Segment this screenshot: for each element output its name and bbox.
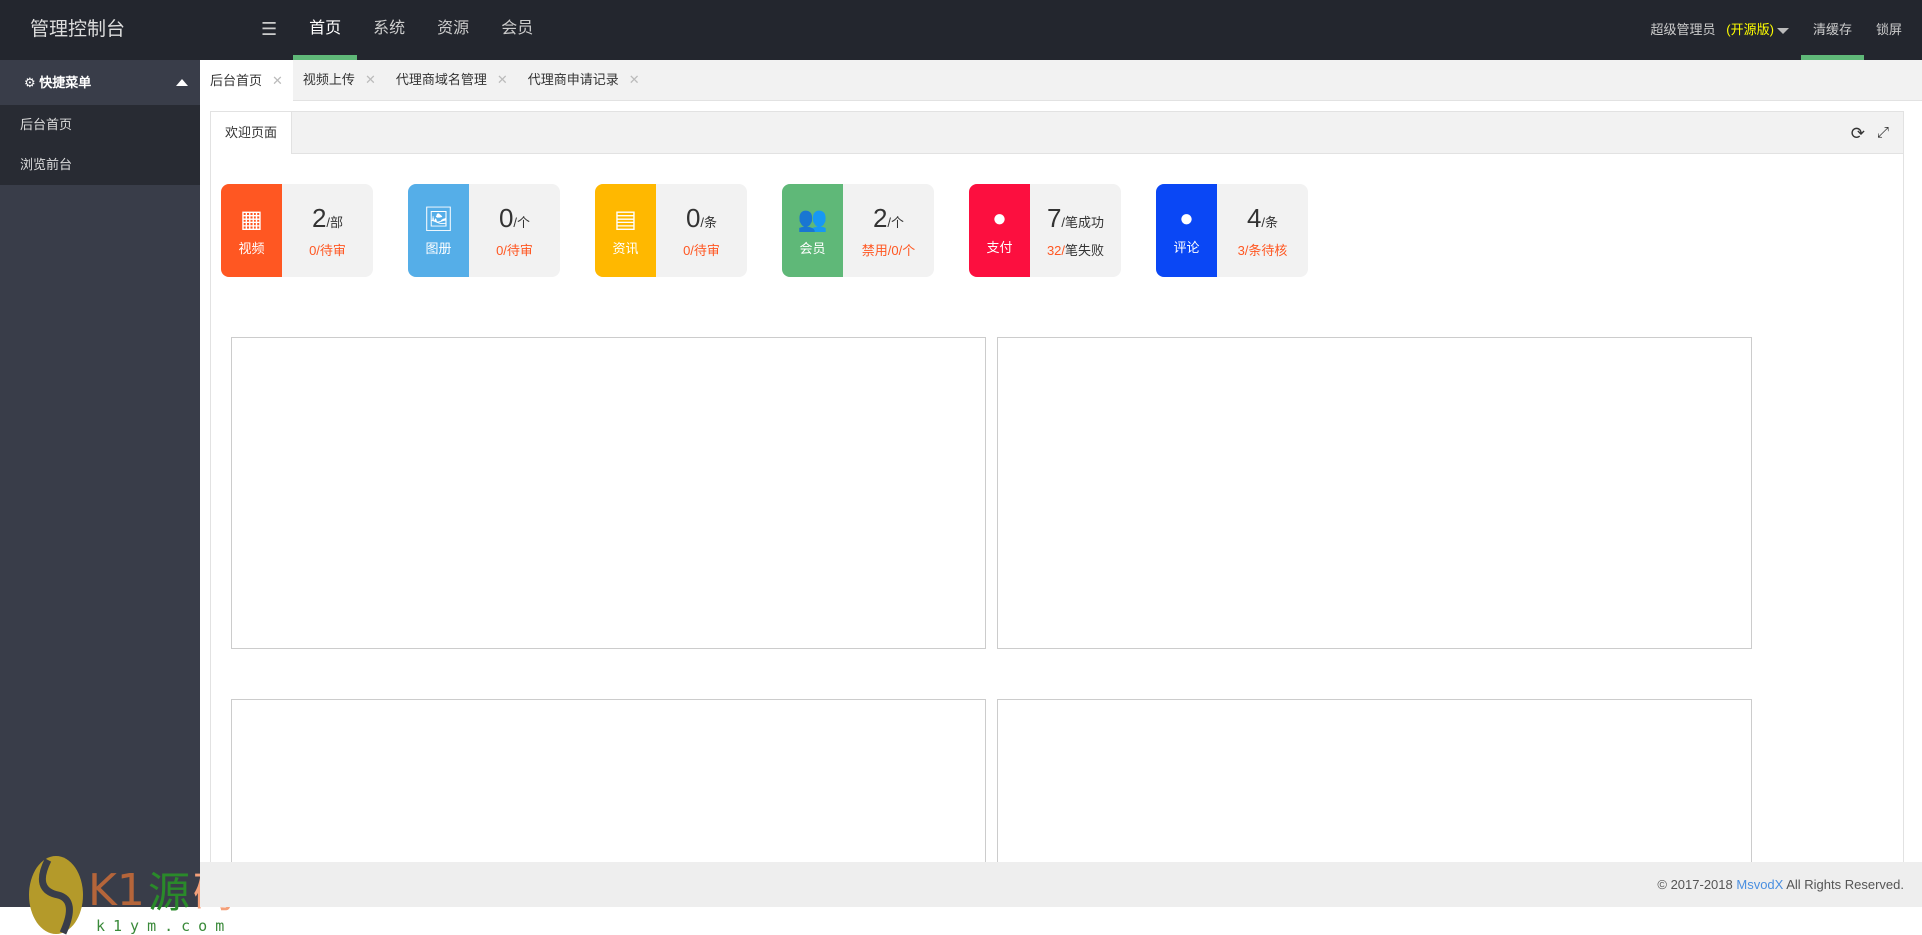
nav-members[interactable]: 会员 [485, 0, 549, 60]
card-count: 7 [1046, 202, 1062, 233]
close-icon[interactable]: ✕ [497, 60, 508, 100]
sidebar-item-view-frontend[interactable]: 浏览前台 [0, 145, 200, 185]
tab-label: 代理商申请记录 [527, 72, 619, 87]
welcome-panel: 欢迎页面 ⟳ ⤢ ▦ 视频 2/部 0/待审 🖼 图册 0/个 0/待审 ▤ 资讯 0/条… [210, 111, 1904, 899]
card-label: 图册 [425, 240, 452, 256]
tab-label: 后台首页 [210, 72, 263, 88]
card-label: 会员 [799, 240, 826, 256]
refresh-icon[interactable]: ⟳ [1851, 124, 1865, 144]
card-count: 0 [685, 202, 701, 233]
card-unit: /笔成功 [1061, 214, 1105, 230]
chart-box [997, 337, 1752, 649]
card-count: 2 [872, 202, 888, 233]
card-unit: /部 [326, 214, 344, 230]
gear-icon: ⚙ [24, 75, 36, 90]
top-header: 管理控制台 ☰ 首页 系统 资源 会员 超级管理员 (开源版) 清缓存 锁屏 [0, 0, 1922, 60]
card-sub: 禁用/0/个 [861, 242, 916, 258]
stat-card-comment[interactable]: ● 评论 4/条 3/条待核 [1156, 184, 1308, 277]
quick-menu-title: 快捷菜单 [39, 75, 92, 90]
tab-label: 代理商域名管理 [395, 72, 487, 87]
stat-card-payment[interactable]: ● 支付 7/笔成功 32/笔失败 [969, 184, 1121, 277]
card-sub: 0/待审 [496, 242, 533, 258]
sidebar-item-admin-home[interactable]: 后台首页 [0, 105, 200, 145]
card-sub-extra: 笔失败 [1065, 242, 1105, 258]
tab-label: 视频上传 [302, 72, 355, 87]
clear-cache-button[interactable]: 清缓存 [1800, 0, 1864, 60]
card-sub: 0/待审 [683, 242, 720, 258]
album-icon: 🖼 [423, 205, 454, 233]
comment-icon: ● [1179, 205, 1194, 232]
card-unit: /条 [1261, 214, 1279, 230]
copyright: © 2017-2018 [1657, 877, 1737, 892]
card-unit: /个 [887, 214, 905, 230]
card-sub: 32/ [1046, 242, 1066, 258]
close-icon[interactable]: ✕ [272, 61, 283, 101]
menu-toggle-icon[interactable]: ☰ [245, 0, 293, 60]
user-nav: 超级管理员 (开源版) 清缓存 锁屏 [1638, 0, 1922, 60]
card-unit: /条 [700, 214, 718, 230]
caret-up-icon [176, 79, 188, 86]
card-count: 4 [1246, 202, 1262, 233]
version-label: (开源版) [1726, 22, 1774, 37]
rights-text: All Rights Reserved. [1783, 877, 1904, 892]
user-menu[interactable]: 超级管理员 (开源版) [1638, 0, 1801, 60]
app-title: 管理控制台 [30, 19, 126, 40]
brand-link[interactable]: MsvodX [1736, 877, 1783, 892]
close-icon[interactable]: ✕ [629, 60, 640, 100]
video-icon: ▦ [240, 205, 263, 233]
svg-text:K1: K1 [88, 865, 145, 916]
page-tabs: 后台首页 ✕ 视频上传 ✕ 代理商域名管理 ✕ 代理商申请记录 ✕ [200, 60, 1922, 101]
fullscreen-icon[interactable]: ⤢ [1877, 124, 1889, 144]
nav-home[interactable]: 首页 [293, 0, 358, 60]
top-nav: ☰ 首页 系统 资源 会员 [245, 0, 549, 60]
close-icon[interactable]: ✕ [365, 60, 376, 100]
member-icon: 👥 [797, 205, 828, 233]
svg-text:k1ym.com: k1ym.com [96, 917, 232, 935]
card-label: 支付 [986, 240, 1013, 255]
card-count: 0 [498, 202, 514, 233]
quick-menu-header[interactable]: ⚙ 快捷菜单 [0, 60, 200, 105]
caret-down-icon [1776, 27, 1789, 34]
sidebar: ⚙ 快捷菜单 后台首页 浏览前台 K1 源 码 k1ym.com [0, 60, 235, 935]
svg-text:源: 源 [148, 868, 190, 917]
stat-card-album[interactable]: 🖼 图册 0/个 0/待审 [408, 184, 560, 277]
footer: © 2017-2018 MsvodX All Rights Reserved. [200, 862, 1922, 907]
card-label: 资讯 [612, 240, 639, 256]
news-icon: ▤ [614, 205, 637, 233]
stat-card-video[interactable]: ▦ 视频 2/部 0/待审 [221, 184, 373, 277]
lock-screen-button[interactable]: 锁屏 [1864, 0, 1922, 60]
stat-card-news[interactable]: ▤ 资讯 0/条 0/待审 [595, 184, 747, 277]
stat-card-member[interactable]: 👥 会员 2/个 禁用/0/个 [782, 184, 934, 277]
card-unit: /个 [513, 214, 531, 230]
payment-icon: ● [992, 205, 1007, 232]
chart-box [231, 337, 986, 649]
card-label: 评论 [1173, 240, 1200, 255]
nav-system[interactable]: 系统 [357, 0, 421, 60]
tab-agent-domain[interactable]: 代理商域名管理 ✕ [386, 60, 518, 100]
tab-admin-home[interactable]: 后台首页 ✕ [200, 60, 293, 101]
card-label: 视频 [238, 240, 265, 256]
tab-welcome[interactable]: 欢迎页面 [211, 112, 293, 154]
tab-video-upload[interactable]: 视频上传 ✕ [293, 60, 386, 100]
card-sub: 3/条待核 [1237, 242, 1288, 258]
nav-resources[interactable]: 资源 [421, 0, 485, 60]
card-count: 2 [311, 202, 327, 233]
user-name: 超级管理员 [1650, 22, 1716, 37]
tab-agent-applications[interactable]: 代理商申请记录 ✕ [518, 60, 650, 100]
card-sub: 0/待审 [309, 242, 346, 258]
